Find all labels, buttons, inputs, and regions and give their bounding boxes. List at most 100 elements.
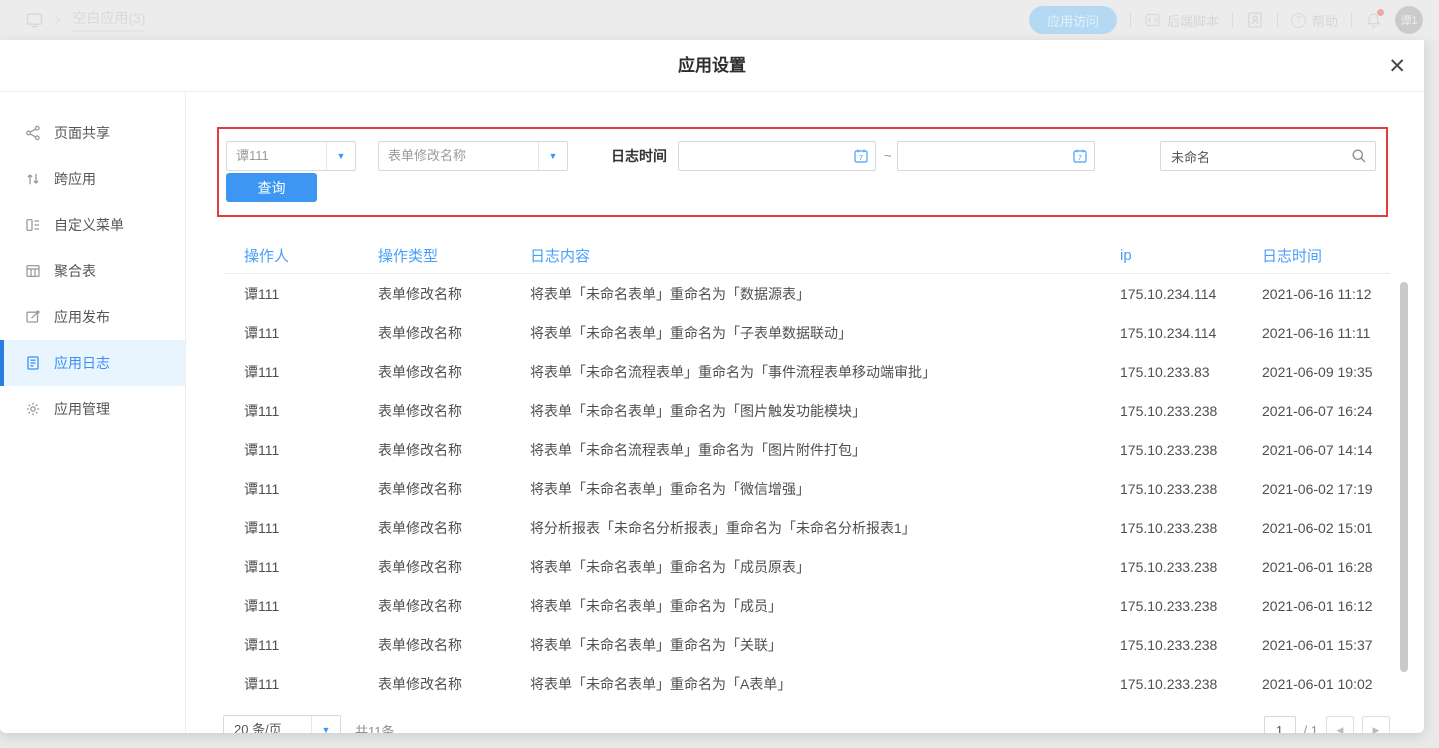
date-start-field: 7: [678, 141, 876, 171]
cell-ip: 175.10.233.238: [1098, 442, 1240, 458]
publish-icon: [25, 309, 41, 325]
sidebar-item-app-manage[interactable]: 应用管理: [0, 386, 185, 432]
notifications-button[interactable]: [1365, 12, 1382, 29]
operation-type-select[interactable]: 表单修改名称 ▼: [378, 141, 568, 171]
backend-script-button[interactable]: 后端脚本: [1144, 11, 1219, 30]
page-title: 应用设置: [0, 40, 1424, 92]
cell-ip: 175.10.234.114: [1098, 286, 1240, 302]
cell-operator: 谭111: [223, 518, 357, 538]
table-row[interactable]: 谭111 表单修改名称 将分析报表「未命名分析报表」重命名为「未命名分析报表1」…: [223, 508, 1390, 547]
vertical-scrollbar[interactable]: [1400, 282, 1408, 672]
chevron-down-icon: ▼: [538, 142, 567, 170]
chevron-down-icon: ▼: [311, 716, 340, 733]
table-body: 谭111 表单修改名称 将表单「未命名表单」重命名为「数据源表」 175.10.…: [223, 274, 1390, 703]
close-icon[interactable]: ✕: [1388, 40, 1406, 92]
table-row[interactable]: 谭111 表单修改名称 将表单「未命名表单」重命名为「子表单数据联动」 175.…: [223, 313, 1390, 352]
sidebar-item-app-publish[interactable]: 应用发布: [0, 294, 185, 340]
date-separator: ~: [884, 141, 892, 171]
page-size-select[interactable]: 20 条/页 ▼: [223, 715, 341, 733]
cell-time: 2021-06-07 16:24: [1240, 403, 1390, 419]
calendar-icon[interactable]: 7: [847, 148, 875, 164]
cell-ip: 175.10.233.238: [1098, 520, 1240, 536]
contacts-icon[interactable]: [1246, 11, 1264, 29]
notification-dot: [1377, 9, 1384, 16]
sidebar-item-cross-app[interactable]: 跨应用: [0, 156, 185, 202]
sidebar-item-aggregate-table[interactable]: 聚合表: [0, 248, 185, 294]
cross-app-icon: [25, 171, 41, 187]
cell-operator: 谭111: [223, 635, 357, 655]
next-page-button[interactable]: ▶: [1362, 716, 1390, 733]
column-header: 操作人: [223, 245, 357, 266]
svg-text:7: 7: [859, 153, 863, 162]
prev-page-button[interactable]: ◀: [1326, 716, 1354, 733]
cell-type: 表单修改名称: [357, 401, 509, 421]
cell-operator: 谭111: [223, 596, 357, 616]
cell-ip: 175.10.233.83: [1098, 364, 1240, 380]
help-button[interactable]: ? 帮助: [1291, 11, 1338, 30]
search-input[interactable]: [1161, 142, 1343, 170]
caret-right-icon: ▶: [1373, 725, 1380, 734]
table-row[interactable]: 谭111 表单修改名称 将表单「未命名表单」重命名为「A表单」 175.10.2…: [223, 664, 1390, 703]
table-header: 操作人操作类型日志内容ip日志时间: [223, 238, 1390, 274]
cell-content: 将表单「未命名表单」重命名为「微信增强」: [509, 479, 1098, 499]
sidebar-item-page-share[interactable]: 页面共享: [0, 110, 185, 156]
cell-type: 表单修改名称: [357, 557, 509, 577]
sidebar-item-custom-menu[interactable]: 自定义菜单: [0, 202, 185, 248]
sidebar-item-label: 页面共享: [54, 123, 110, 143]
breadcrumb: › 空白应用(3): [26, 8, 145, 32]
column-header: 日志时间: [1240, 245, 1390, 266]
date-end-input[interactable]: [898, 142, 1066, 170]
cell-time: 2021-06-02 15:01: [1240, 520, 1390, 536]
log-icon: [25, 355, 41, 371]
cell-content: 将表单「未命名表单」重命名为「数据源表」: [509, 284, 1098, 304]
app-access-button[interactable]: 应用访问: [1029, 6, 1117, 34]
table-row[interactable]: 谭111 表单修改名称 将表单「未命名流程表单」重命名为「事件流程表单移动端审批…: [223, 352, 1390, 391]
chevron-right-icon: ›: [55, 11, 60, 29]
cell-type: 表单修改名称: [357, 635, 509, 655]
cell-type: 表单修改名称: [357, 284, 509, 304]
avatar[interactable]: 谭1: [1395, 6, 1423, 34]
cell-ip: 175.10.233.238: [1098, 403, 1240, 419]
cell-operator: 谭111: [223, 362, 357, 382]
cell-content: 将表单「未命名流程表单」重命名为「事件流程表单移动端审批」: [509, 362, 1098, 382]
log-time-label: 日志时间: [611, 141, 667, 171]
total-count: 共11条: [355, 721, 395, 734]
gear-icon: [25, 401, 41, 417]
cell-time: 2021-06-01 16:28: [1240, 559, 1390, 575]
cell-ip: 175.10.233.238: [1098, 637, 1240, 653]
page-number-input[interactable]: [1264, 716, 1296, 733]
cell-ip: 175.10.233.238: [1098, 559, 1240, 575]
table-row[interactable]: 谭111 表单修改名称 将表单「未命名表单」重命名为「图片触发功能模块」 175…: [223, 391, 1390, 430]
cell-time: 2021-06-16 11:12: [1240, 286, 1390, 302]
date-start-input[interactable]: [679, 142, 847, 170]
cell-content: 将表单「未命名表单」重命名为「成员」: [509, 596, 1098, 616]
sidebar-item-label: 应用管理: [54, 399, 110, 419]
cell-type: 表单修改名称: [357, 518, 509, 538]
cell-content: 将表单「未命名表单」重命名为「子表单数据联动」: [509, 323, 1098, 343]
workspace-icon[interactable]: [26, 12, 43, 29]
cell-time: 2021-06-01 15:37: [1240, 637, 1390, 653]
table-row[interactable]: 谭111 表单修改名称 将表单「未命名流程表单」重命名为「图片附件打包」 175…: [223, 430, 1390, 469]
table-row[interactable]: 谭111 表单修改名称 将表单「未命名表单」重命名为「关联」 175.10.23…: [223, 625, 1390, 664]
sidebar-item-label: 自定义菜单: [54, 215, 124, 235]
cell-type: 表单修改名称: [357, 479, 509, 499]
query-button[interactable]: 查询: [226, 173, 317, 202]
table-row[interactable]: 谭111 表单修改名称 将表单「未命名表单」重命名为「数据源表」 175.10.…: [223, 274, 1390, 313]
sidebar-item-app-log[interactable]: 应用日志: [0, 340, 185, 386]
modal-header: 应用设置 ✕: [0, 40, 1424, 92]
cell-content: 将表单「未命名表单」重命名为「A表单」: [509, 674, 1098, 694]
date-end-field: 7: [897, 141, 1095, 171]
screen: › 空白应用(3) 应用访问 后端脚本: [0, 0, 1439, 748]
top-bar: › 空白应用(3) 应用访问 后端脚本: [0, 0, 1439, 40]
table-row[interactable]: 谭111 表单修改名称 将表单「未命名表单」重命名为「微信增强」 175.10.…: [223, 469, 1390, 508]
table-row[interactable]: 谭111 表单修改名称 将表单「未命名表单」重命名为「成员」 175.10.23…: [223, 586, 1390, 625]
sidebar-item-label: 应用日志: [54, 353, 110, 373]
table-icon: [25, 263, 41, 279]
cell-time: 2021-06-09 19:35: [1240, 364, 1390, 380]
main-content: 谭111 ▼ 表单修改名称 ▼ 日志时间 7: [187, 92, 1424, 733]
table-row[interactable]: 谭111 表单修改名称 将表单「未命名表单」重命名为「成员原表」 175.10.…: [223, 547, 1390, 586]
search-icon[interactable]: [1343, 148, 1375, 164]
operator-select[interactable]: 谭111 ▼: [226, 141, 356, 171]
app-name[interactable]: 空白应用(3): [72, 8, 145, 32]
calendar-icon[interactable]: 7: [1066, 148, 1094, 164]
